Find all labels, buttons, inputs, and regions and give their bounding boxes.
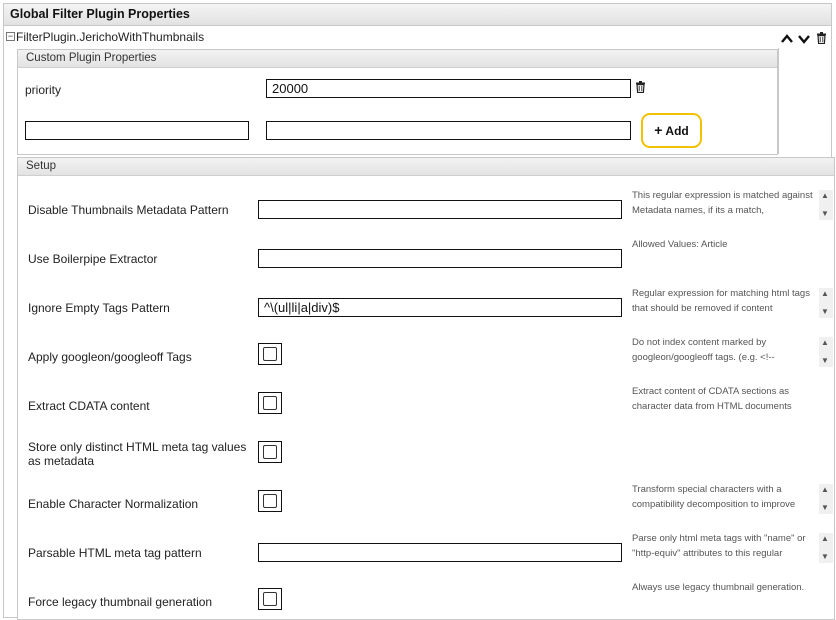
setup-row-description: Allowed Values: Article xyxy=(632,239,728,250)
setup-checkbox[interactable] xyxy=(258,588,282,610)
scroll-down-icon[interactable]: ▼ xyxy=(821,503,829,513)
setup-row-label: Use Boilerpipe Extractor xyxy=(28,252,158,266)
setup-row-description: Always use legacy thumbnail generation. xyxy=(632,582,805,593)
description-scrollbar[interactable]: ▲ ▼ xyxy=(819,190,833,220)
plugin-name: FilterPlugin.JerichoWithThumbnails xyxy=(16,30,205,44)
setup-text-input[interactable] xyxy=(258,543,622,562)
add-button-label: Add xyxy=(665,124,689,138)
description-scrollbar[interactable]: ▲ ▼ xyxy=(819,337,833,367)
description-scrollbar[interactable]: ▲ ▼ xyxy=(819,484,833,514)
description-scrollbar[interactable]: ▲ ▼ xyxy=(819,533,833,563)
chevron-up-icon[interactable] xyxy=(781,32,794,48)
setup-row-description: Transform special characters with a comp… xyxy=(632,484,796,510)
setup-row-description: Do not index content marked by googleon/… xyxy=(632,337,775,363)
global-filter-plugin-panel: Global Filter Plugin Properties − Filter… xyxy=(3,3,835,620)
scroll-down-icon[interactable]: ▼ xyxy=(821,552,829,562)
setup-section: Setup Disable Thumbnails Metadata Patter… xyxy=(17,157,835,620)
setup-row-label: Extract CDATA content xyxy=(28,399,150,413)
scroll-up-icon[interactable]: ▲ xyxy=(821,485,829,495)
plugin-row: − FilterPlugin.JerichoWithThumbnails xyxy=(4,28,831,46)
setup-row-label: Disable Thumbnails Metadata Pattern xyxy=(28,203,229,217)
priority-label: priority xyxy=(25,83,62,97)
collapse-toggle[interactable]: − xyxy=(6,32,15,41)
setup-checkbox[interactable] xyxy=(258,392,282,414)
add-property-button[interactable]: + Add xyxy=(641,113,702,148)
setup-row-label: Apply googleon/googleoff Tags xyxy=(28,350,192,364)
plugin-controls xyxy=(780,32,827,48)
setup-row-label: Store only distinct HTML meta tag values… xyxy=(28,440,247,468)
new-property-key-input[interactable] xyxy=(25,121,249,140)
panel-title: Global Filter Plugin Properties xyxy=(4,4,831,26)
setup-row-description: This regular expression is matched again… xyxy=(632,190,813,216)
setup-row-label: Ignore Empty Tags Pattern xyxy=(28,301,170,315)
new-property-value-input[interactable] xyxy=(266,121,631,140)
scroll-up-icon[interactable]: ▲ xyxy=(821,338,829,348)
setup-text-input[interactable] xyxy=(258,249,622,268)
setup-row-label: Force legacy thumbnail generation xyxy=(28,595,213,609)
setup-text-input[interactable]: ^\(ul|li|a|div)$ xyxy=(258,298,622,317)
scroll-down-icon[interactable]: ▼ xyxy=(821,356,829,366)
setup-checkbox[interactable] xyxy=(258,441,282,463)
delete-property-icon[interactable] xyxy=(635,81,646,96)
priority-input[interactable]: 20000 xyxy=(266,79,631,98)
right-gutter xyxy=(778,48,831,154)
plus-icon: + xyxy=(654,122,663,138)
setup-row-description: Regular expression for matching html tag… xyxy=(632,288,810,314)
setup-row-label: Enable Character Normalization xyxy=(28,497,199,511)
scroll-up-icon[interactable]: ▲ xyxy=(821,191,829,201)
setup-checkbox[interactable] xyxy=(258,343,282,365)
description-scrollbar[interactable]: ▲ ▼ xyxy=(819,288,833,318)
setup-row-description: Parse only html meta tags with "name" or… xyxy=(632,533,806,559)
trash-icon[interactable] xyxy=(816,32,827,48)
setup-header: Setup xyxy=(18,158,834,176)
scroll-up-icon[interactable]: ▲ xyxy=(821,289,829,299)
scroll-down-icon[interactable]: ▼ xyxy=(821,209,829,219)
custom-properties-header: Custom Plugin Properties xyxy=(18,50,777,68)
setup-row-label: Parsable HTML meta tag pattern xyxy=(28,546,202,560)
setup-checkbox[interactable] xyxy=(258,490,282,512)
setup-row-description: Extract content of CDATA sections as cha… xyxy=(632,386,792,412)
scroll-down-icon[interactable]: ▼ xyxy=(821,307,829,317)
chevron-down-icon[interactable] xyxy=(797,32,810,48)
setup-text-input[interactable] xyxy=(258,200,622,219)
scroll-up-icon[interactable]: ▲ xyxy=(821,534,829,544)
